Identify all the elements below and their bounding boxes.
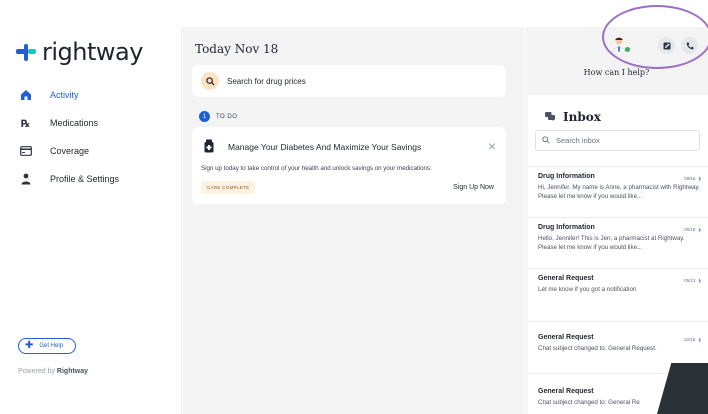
sidebar-nav: Activity ℞ Medications Coverage Profile … [13, 81, 173, 193]
sidebar-item-label: Activity [50, 90, 79, 100]
sidebar-item-activity[interactable]: Activity [13, 81, 173, 109]
message-date-text: 02/15 [684, 337, 696, 342]
home-icon [17, 86, 35, 104]
search-label: Search for drug prices [227, 76, 306, 86]
message-preview: Chat subject changed to: General Request… [538, 345, 657, 352]
inbox-message[interactable]: Drug Information 06/18 › Hello, Jennifer!… [528, 217, 708, 267]
inbox-search-placeholder: Search inbox [556, 136, 600, 145]
drug-price-search-button[interactable]: Search for drug prices [192, 65, 506, 97]
message-preview: Hi, Jennifer. My name is Anne, a pharmac… [538, 184, 700, 200]
powered-prefix: Powered by [18, 368, 55, 375]
message-title: Drug Information [538, 224, 595, 231]
message-title: General Request [538, 334, 594, 341]
message-preview: Hello, Jennifer! This is Jen, a pharmaci… [538, 235, 685, 251]
help-header: How can I help? [525, 27, 708, 89]
get-help-label: Get Help [39, 343, 64, 349]
message-date: 02/15 › [684, 335, 701, 344]
close-icon[interactable]: × [488, 139, 496, 153]
inbox-header: Inbox [545, 108, 601, 126]
sign-up-now-button[interactable]: Sign Up Now [453, 184, 494, 191]
search-icon [542, 135, 550, 146]
message-date: 06/18 › [684, 225, 701, 234]
right-panel: How can I help? Inbox Search inbox Drug … [525, 27, 708, 414]
chevron-right-icon: › [698, 174, 701, 183]
chat-bubbles-icon [545, 108, 555, 126]
message-preview: Let me know if you got a notification [538, 286, 637, 293]
message-title: Drug Information [538, 173, 595, 180]
status-badge: CARE COMPLETE [201, 181, 256, 194]
get-help-button[interactable]: ✚ Get Help [18, 338, 76, 354]
message-date-text: 05/13 [684, 278, 696, 283]
sidebar-item-label: Profile & Settings [50, 174, 120, 184]
person-icon [17, 170, 35, 188]
compose-icon [663, 37, 671, 55]
message-date: 09/16 › [684, 174, 701, 183]
compose-button[interactable] [658, 37, 675, 54]
task-description: Sign up today to take control of your he… [201, 165, 432, 172]
sidebar-item-label: Medications [50, 118, 99, 128]
svg-text:℞: ℞ [21, 119, 30, 129]
search-icon [201, 72, 219, 90]
plus-icon: ✚ [25, 340, 34, 351]
logo-mark-icon [15, 41, 37, 63]
pharmacist-avatar-icon[interactable] [612, 36, 626, 53]
inbox-message[interactable]: Drug Information 09/16 › Hi, Jennifer. My… [528, 166, 708, 214]
card-icon [17, 142, 35, 160]
rx-icon: ℞ [17, 114, 35, 132]
chevron-right-icon: › [698, 276, 701, 285]
phone-icon [686, 37, 694, 55]
task-title: Manage Your Diabetes And Maximize Your S… [228, 142, 422, 152]
todo-label: TO DO [216, 113, 238, 120]
powered-by: Powered by Rightway [18, 368, 88, 375]
message-title: General Request [538, 388, 594, 395]
sidebar-item-label: Coverage [50, 146, 90, 156]
inbox-search-input[interactable]: Search inbox [535, 130, 700, 151]
sidebar-item-coverage[interactable]: Coverage [13, 137, 173, 165]
online-status-icon [625, 47, 630, 52]
sidebar-item-medications[interactable]: ℞ Medications [13, 109, 173, 137]
chevron-right-icon: › [698, 225, 701, 234]
chevron-right-icon: › [698, 335, 701, 344]
call-button[interactable] [681, 37, 698, 54]
inbox-title: Inbox [563, 110, 601, 124]
sidebar: rightway Activity ℞ Medications Coverage… [0, 27, 182, 414]
message-title: General Request [538, 275, 594, 282]
todo-count-badge: 1 [199, 111, 210, 122]
inbox-message[interactable]: General Request 05/13 › Let me know if yo… [528, 268, 708, 320]
powered-brand: Rightway [56, 368, 89, 375]
logo-text: rightway [42, 38, 143, 66]
task-card[interactable]: Manage Your Diabetes And Maximize Your S… [192, 127, 506, 204]
main-panel: Today Nov 18 Search for drug prices 1 TO… [183, 27, 524, 414]
medication-bottle-icon [203, 139, 215, 153]
todo-header: 1 TO DO [199, 111, 237, 122]
how-can-i-help-title: How can I help? [583, 68, 650, 77]
message-date-text: 09/16 [684, 176, 696, 181]
message-date: 05/13 › [684, 276, 701, 285]
page-title: Today Nov 18 [195, 42, 279, 56]
sidebar-item-profile-settings[interactable]: Profile & Settings [13, 165, 173, 193]
logo[interactable]: rightway [15, 38, 143, 66]
message-date-text: 06/18 [684, 227, 696, 232]
